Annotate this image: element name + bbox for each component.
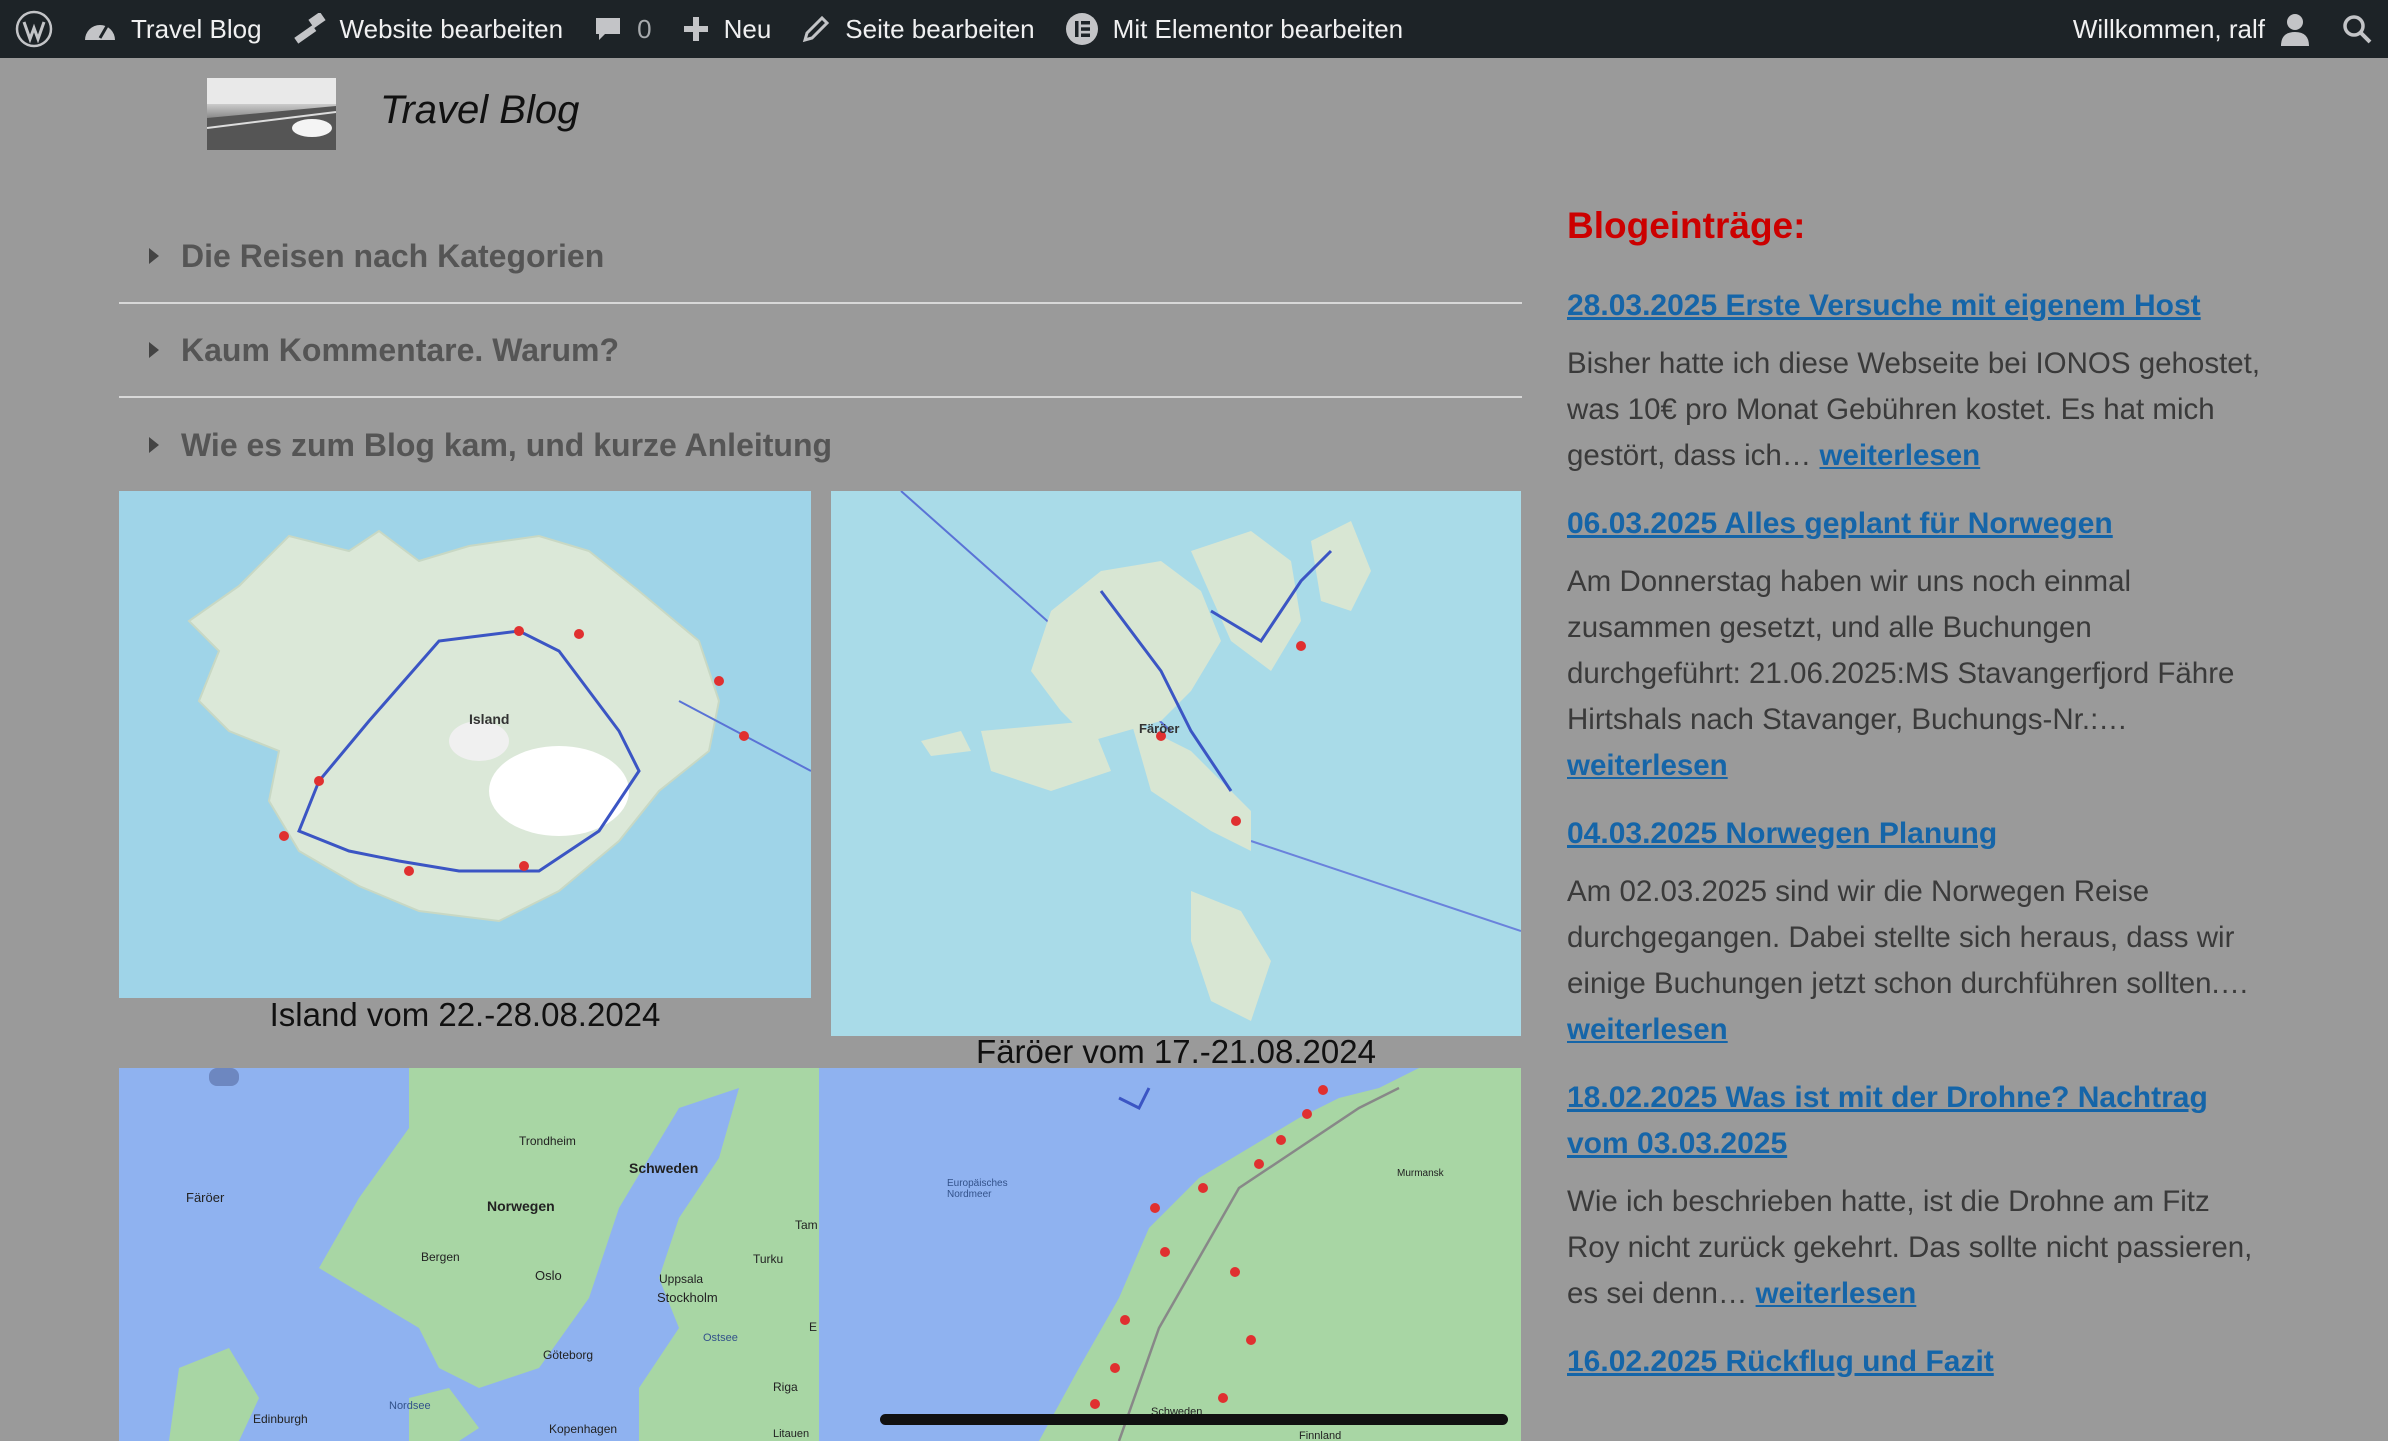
map-label-iceland: Island <box>469 711 510 727</box>
admin-bar: Travel Blog Website bearbeiten 0 Neu Sei… <box>0 0 2388 58</box>
new-label: Neu <box>723 13 772 44</box>
elementor-edit-menu[interactable]: Mit Elementor bearbeiten <box>1050 0 1418 58</box>
edit-website-menu[interactable]: Website bearbeiten <box>277 0 579 58</box>
site-name-label: Travel Blog <box>131 13 262 44</box>
site-logo[interactable] <box>207 78 336 150</box>
site-name-menu[interactable]: Travel Blog <box>68 0 277 58</box>
edit-website-label: Website bearbeiten <box>339 13 564 44</box>
accordion-item-categories[interactable]: Die Reisen nach Kategorien <box>119 210 1522 304</box>
read-more-link[interactable]: weiterlesen <box>1567 1013 1728 1046</box>
hammer-icon <box>293 13 326 44</box>
map-label: Trondheim <box>519 1134 576 1148</box>
comments-count: 0 <box>637 13 652 44</box>
map-caption-iceland: Island vom 22.-28.08.2024 <box>269 996 661 1033</box>
map-iceland[interactable]: Island <box>119 491 811 998</box>
accordion: Die Reisen nach Kategorien Kaum Kommenta… <box>119 210 1522 492</box>
map-label: Uppsala <box>659 1272 704 1286</box>
search-button[interactable] <box>2326 0 2388 58</box>
accordion-item-label: Kaum Kommentare. Warum? <box>181 331 619 368</box>
map-scandinavia[interactable]: Färöer Trondheim Schweden Norwegen Berge… <box>119 1068 819 1441</box>
post-excerpt-text: Am Donnerstag haben wir uns noch einmal … <box>1567 565 2235 736</box>
new-content-menu[interactable]: Neu <box>667 0 787 58</box>
map-faroe[interactable]: Färöer <box>831 491 1521 1036</box>
sidebar-heading: Blogeinträge: <box>1567 205 1806 246</box>
accordion-item-label: Wie es zum Blog kam, und kurze Anleitung <box>181 426 833 463</box>
plus-icon <box>683 17 708 41</box>
post-link[interactable]: 16.02.2025 Rückflug und Fazit <box>1567 1339 2267 1385</box>
pencil-icon <box>803 15 830 43</box>
map-norway-route[interactable]: Europäisches Nordmeer Murmansk Schweden … <box>819 1068 1521 1441</box>
post-link[interactable]: 04.03.2025 Norwegen Planung <box>1567 811 2267 857</box>
post-link[interactable]: 18.02.2025 Was ist mit der Drohne? Nacht… <box>1567 1075 2267 1167</box>
post-excerpt-text: Am 02.03.2025 sind wir die Norwegen Reis… <box>1567 875 2250 1000</box>
map-label: Riga <box>773 1380 798 1394</box>
horizontal-scrollbar[interactable] <box>880 1414 1508 1425</box>
post-excerpt: Am Donnerstag haben wir uns noch einmal … <box>1567 559 2267 789</box>
sidebar-blog-posts: Blogeinträge: 28.03.2025 Erste Versuche … <box>1567 205 2267 1397</box>
welcome-label: Willkommen, ralf <box>2072 13 2265 44</box>
edit-page-label: Seite bearbeiten <box>845 13 1035 44</box>
wordpress-icon <box>15 10 53 48</box>
map-label: Nordsee <box>389 1400 431 1412</box>
post-link[interactable]: 28.03.2025 Erste Versuche mit eigenem Ho… <box>1567 283 2267 329</box>
accordion-item-comments[interactable]: Kaum Kommentare. Warum? <box>119 304 1522 398</box>
user-avatar-icon <box>2281 14 2309 46</box>
post-excerpt: Am 02.03.2025 sind wir die Norwegen Reis… <box>1567 869 2267 1053</box>
read-more-link[interactable]: weiterlesen <box>1756 1277 1917 1310</box>
post-excerpt: Wie ich beschrieben hatte, ist die Drohn… <box>1567 1179 2267 1317</box>
caret-right-icon <box>149 248 159 264</box>
caret-right-icon <box>149 437 159 453</box>
dashboard-icon <box>85 25 115 40</box>
map-label: Bergen <box>421 1250 460 1264</box>
accordion-item-label: Die Reisen nach Kategorien <box>181 237 605 274</box>
search-icon <box>2343 15 2372 44</box>
wordpress-logo-button[interactable] <box>0 0 68 58</box>
map-label: Tam <box>795 1218 818 1232</box>
map-label: Litauen <box>773 1428 810 1440</box>
post-link[interactable]: 06.03.2025 Alles geplant für Norwegen <box>1567 501 2267 547</box>
map-label: Murmansk <box>1397 1168 1444 1179</box>
caret-right-icon <box>149 342 159 358</box>
map-label: Stockholm <box>657 1290 718 1305</box>
map-label: Färöer <box>186 1190 225 1205</box>
read-more-link[interactable]: weiterlesen <box>1820 439 1981 472</box>
map-label: E <box>809 1320 818 1334</box>
map-label: Finnland <box>1299 1430 1342 1441</box>
map-label-faroe: Färöer <box>1139 721 1180 736</box>
map-label: Edinburgh <box>253 1412 308 1426</box>
post-excerpt: Bisher hatte ich diese Webseite bei IONO… <box>1567 341 2267 479</box>
map-label: Turku <box>753 1252 784 1266</box>
elementor-icon <box>1065 13 1098 45</box>
map-label: Europäisches Nordmeer <box>947 1178 1008 1200</box>
account-menu[interactable]: Willkommen, ralf <box>2058 0 2326 58</box>
edit-page-menu[interactable]: Seite bearbeiten <box>786 0 1049 58</box>
read-more-link[interactable]: weiterlesen <box>1567 749 1728 782</box>
map-label: Norwegen <box>487 1198 555 1214</box>
map-label: Göteborg <box>543 1348 594 1362</box>
comments-menu[interactable]: 0 <box>578 0 666 58</box>
map-label: Oslo <box>535 1268 562 1283</box>
accordion-item-blog-history[interactable]: Wie es zum Blog kam, und kurze Anleitung <box>119 398 1522 492</box>
site-title[interactable]: Travel Blog <box>380 88 579 133</box>
map-caption-faroe: Färöer vom 17.-21.08.2024 <box>976 1033 1376 1070</box>
map-label: Schweden <box>629 1160 699 1176</box>
map-label: Ostsee <box>703 1332 738 1344</box>
elementor-label: Mit Elementor bearbeiten <box>1112 13 1404 44</box>
comment-icon <box>596 18 621 40</box>
map-label: Kopenhagen <box>549 1422 618 1436</box>
